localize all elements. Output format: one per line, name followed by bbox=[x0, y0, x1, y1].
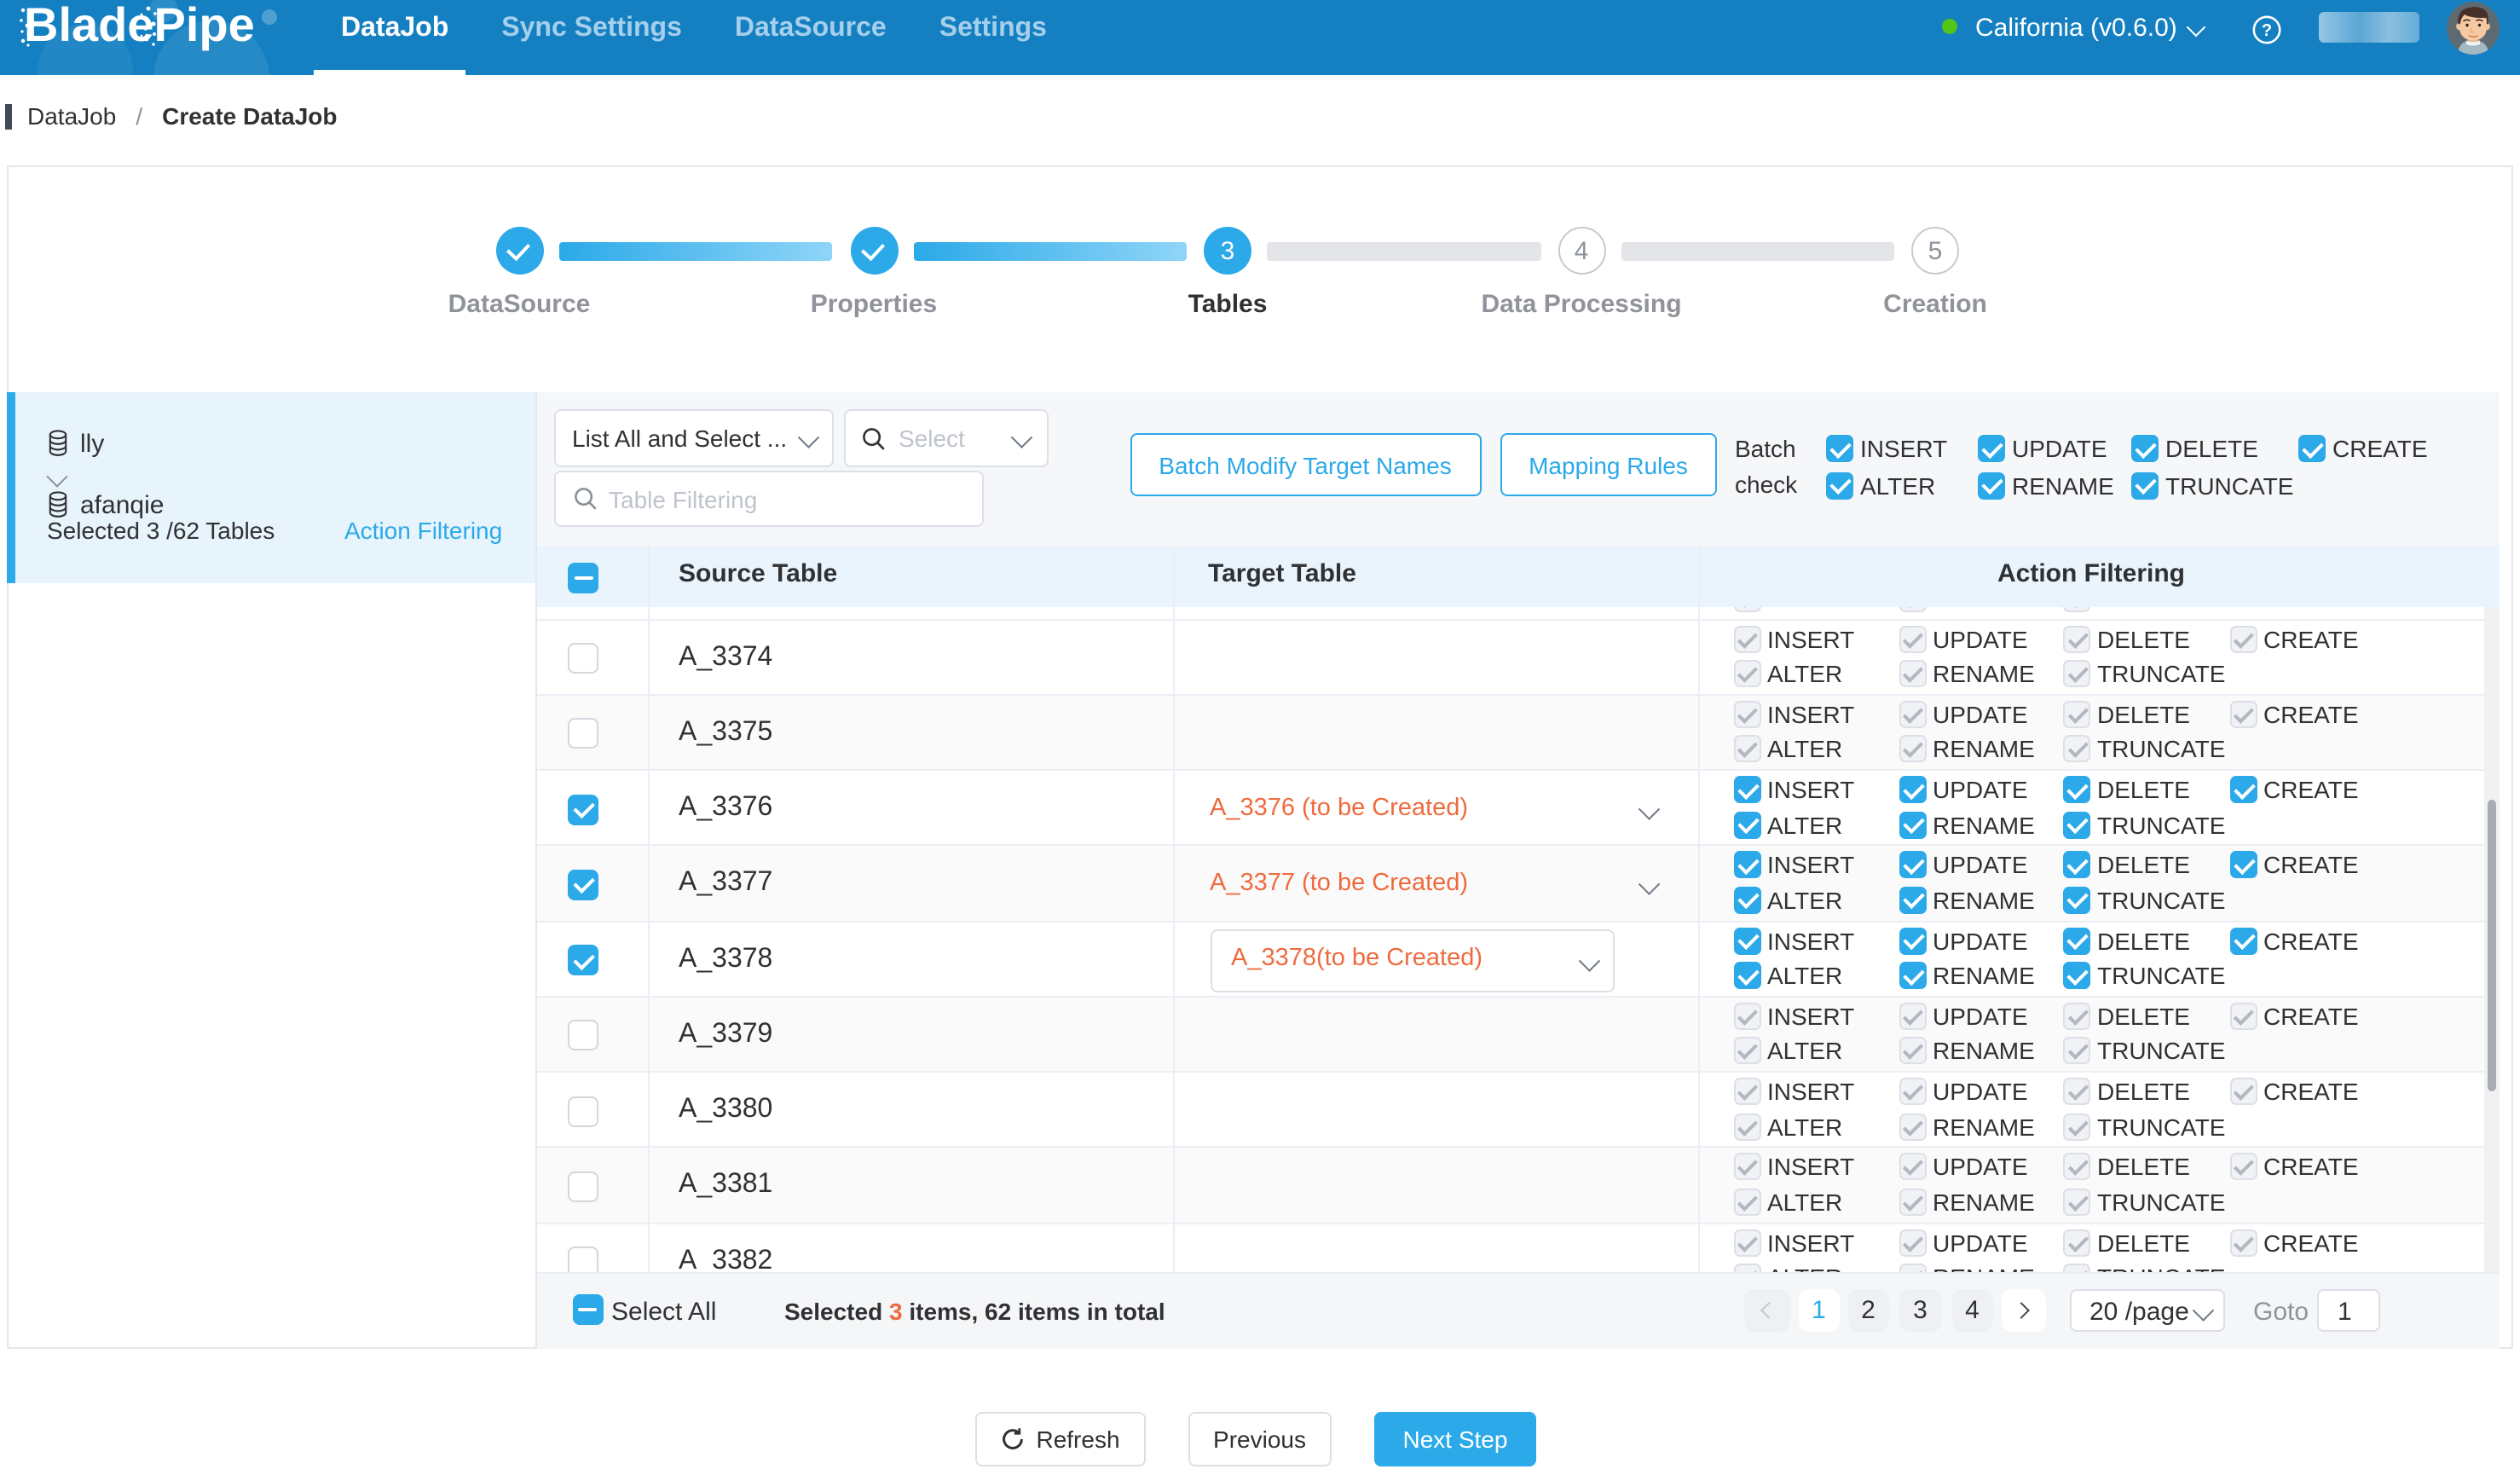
svg-text:?: ? bbox=[2262, 20, 2272, 39]
